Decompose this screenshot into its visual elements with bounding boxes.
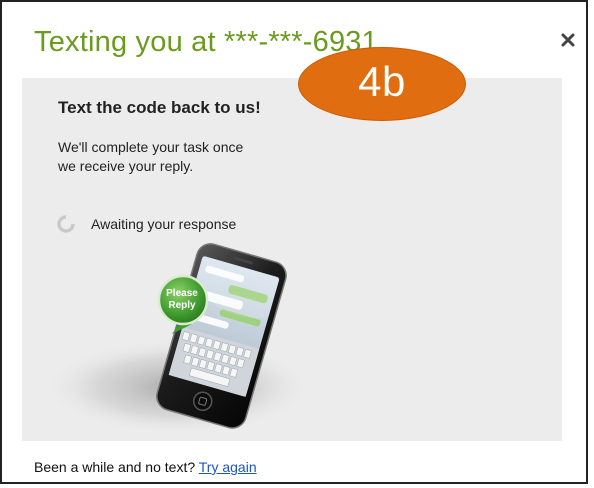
status-text: Awaiting your response xyxy=(91,216,237,232)
panel-heading: Text the code back to us! xyxy=(58,98,261,117)
description-line: we receive your reply. xyxy=(58,158,194,174)
footer-prompt: Been a while and no text? xyxy=(34,459,196,475)
try-again-link[interactable]: Try again xyxy=(199,459,257,475)
close-icon[interactable] xyxy=(558,30,578,50)
texting-dialog: Texting you at ***-***-6931 Text the cod… xyxy=(0,0,588,484)
step-badge: 4b xyxy=(298,47,466,121)
panel-description: We'll complete your task once we receive… xyxy=(58,138,298,176)
step-badge-label: 4b xyxy=(358,58,406,105)
phone-illustration: Please Reply xyxy=(50,243,313,435)
bubble-line-1: Please xyxy=(166,288,198,299)
spinner-icon xyxy=(57,215,75,233)
footer: Been a while and no text? Try again xyxy=(34,459,257,475)
dialog-title: Texting you at ***-***-6931 xyxy=(34,26,378,58)
bubble-line-2: Reply xyxy=(168,300,196,311)
description-line: We'll complete your task once xyxy=(58,139,244,155)
